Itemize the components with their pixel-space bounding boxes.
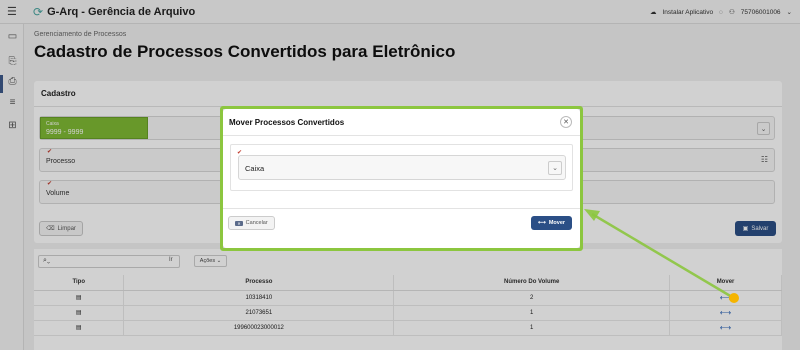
modal-form-region: ✔ Caixa ⌄	[230, 144, 573, 191]
move-arrows-icon: ⟷	[537, 220, 546, 226]
cancel-icon: ✕	[235, 220, 243, 226]
mover-button[interactable]: ⟷ Mover	[531, 216, 572, 230]
chevron-down-icon[interactable]: ⌄	[548, 161, 562, 175]
mover-label: Mover	[548, 220, 566, 226]
cancel-label: Cancelar	[245, 220, 268, 226]
divider	[223, 208, 580, 209]
caixa-select[interactable]: Caixa ⌄	[238, 155, 566, 180]
modal-title: Mover Processos Convertidos	[229, 118, 345, 127]
caixa-select-value: Caixa	[245, 164, 265, 173]
mover-modal: Mover Processos Convertidos ✕ ✔ Caixa ⌄ …	[223, 109, 580, 248]
divider	[223, 135, 580, 136]
cancel-button[interactable]: ✕ Cancelar	[228, 216, 275, 230]
close-icon[interactable]: ✕	[560, 116, 572, 128]
